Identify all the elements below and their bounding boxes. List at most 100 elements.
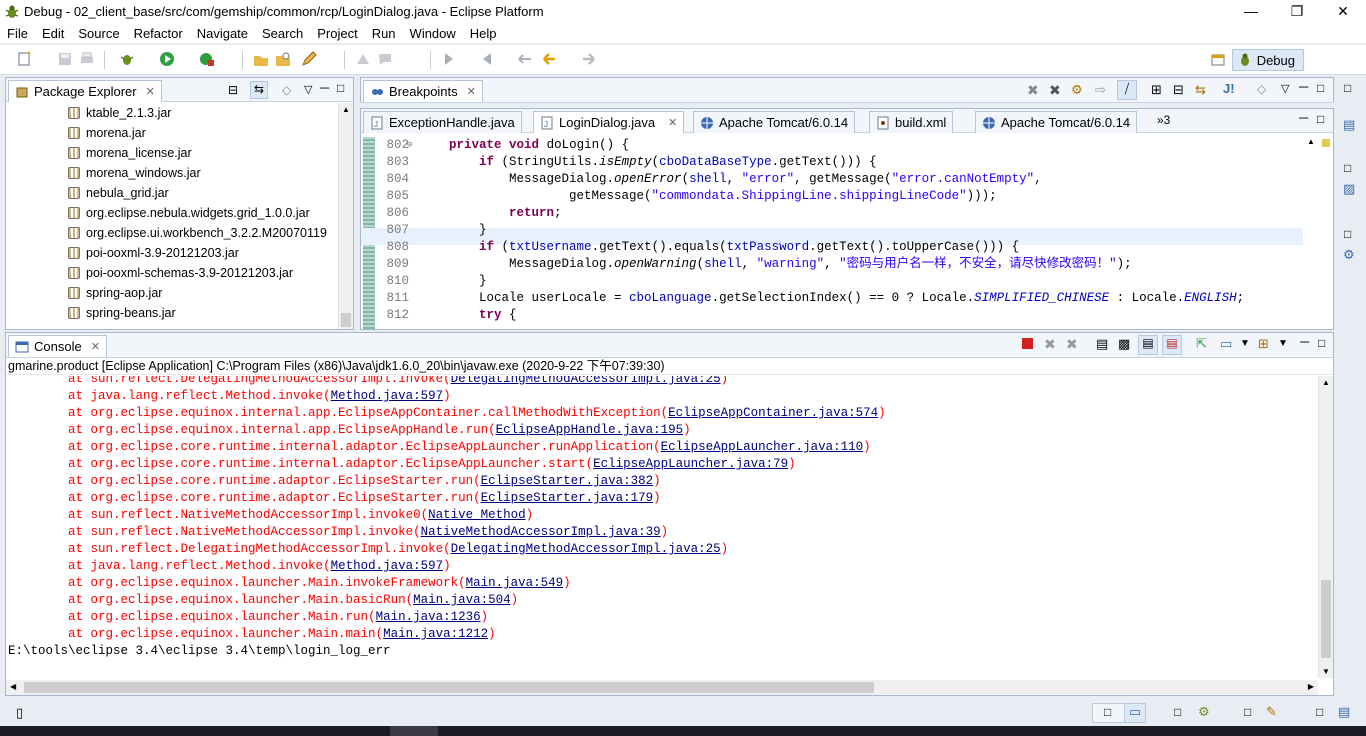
menu-help[interactable]: Help [463, 26, 504, 41]
menu-project[interactable]: Project [310, 26, 364, 41]
source-link[interactable]: EclipseAppLauncher.java:110 [661, 440, 864, 454]
debug-icon[interactable] [118, 50, 136, 68]
source-link[interactable]: EclipseAppContainer.java:574 [668, 406, 878, 420]
minimize-button[interactable]: — [1228, 0, 1274, 23]
debug-view-icon[interactable]: ⚙ [1343, 247, 1355, 263]
source-link[interactable]: Method.java:597 [331, 559, 444, 573]
source-link[interactable]: DelegatingMethodAccessorImpl.java:25 [451, 376, 721, 386]
source-link[interactable]: EclipseStarter.java:382 [481, 474, 654, 488]
scrollbar-thumb[interactable] [24, 682, 874, 693]
remove-all-breakpoints-icon[interactable]: ✖ [1049, 82, 1061, 99]
show-on-stderr-icon[interactable]: ▤ [1162, 335, 1182, 355]
collapse-all-icon[interactable]: ⊟ [1173, 82, 1184, 98]
package-explorer-scrollbar[interactable]: ▲ [338, 103, 353, 329]
tab-tomcat-2[interactable]: Apache Tomcat/6.0.14 [975, 111, 1138, 133]
last-edit-icon[interactable] [516, 50, 534, 68]
remove-launch-icon[interactable]: ✖ [1044, 336, 1056, 353]
debug-trim-icon[interactable]: ⚙ [1198, 704, 1210, 720]
save-icon[interactable] [56, 50, 74, 68]
tab-package-explorer[interactable]: Package Explorer ✕ [8, 80, 162, 102]
menu-window[interactable]: Window [403, 26, 463, 41]
chevron-down-icon[interactable]: ▽ [304, 83, 312, 96]
list-item[interactable]: ktable_2.1.3.jar [68, 103, 171, 123]
restore-view-icon[interactable]: □ [1344, 81, 1351, 95]
link-with-editor-icon[interactable]: ⇆ [250, 81, 268, 99]
java-exception-breakpoint-icon[interactable]: J! [1223, 81, 1235, 96]
fast-view-icon[interactable]: ▯ [16, 705, 23, 721]
open-console-icon[interactable]: ⊞ [1258, 336, 1269, 352]
tab-overflow[interactable]: »3 [1157, 113, 1170, 127]
menu-file[interactable]: File [0, 26, 35, 41]
forward-icon[interactable] [580, 50, 598, 68]
restore-view-icon[interactable]: □ [1104, 705, 1111, 719]
annotation-icon[interactable] [376, 50, 394, 68]
collapse-all-icon[interactable]: ⊟ [228, 83, 238, 97]
external-tools-icon[interactable] [198, 50, 216, 68]
back-icon[interactable] [540, 50, 558, 68]
close-icon[interactable]: ✕ [91, 340, 100, 353]
code-area[interactable]: 802 ⊖ private void doLogin() { 803 if (St… [361, 137, 1303, 329]
maximize-view-icon[interactable]: □ [1317, 112, 1324, 126]
chevron-down-icon[interactable]: ▽ [1281, 82, 1289, 95]
menu-search[interactable]: Search [255, 26, 310, 41]
run-icon[interactable] [158, 50, 176, 68]
view-menu-icon[interactable]: ◇ [282, 83, 291, 97]
skip-breakpoints-icon[interactable]: ⧸ [1117, 80, 1137, 100]
print-icon[interactable] [78, 50, 96, 68]
list-item[interactable]: morena.jar [68, 123, 146, 143]
next-annotation-icon[interactable] [440, 50, 458, 68]
tab-exceptionhandle[interactable]: J ExceptionHandle.java [363, 111, 522, 133]
outline-icon[interactable]: ▨ [1343, 181, 1355, 197]
prev-annotation-icon[interactable] [478, 50, 496, 68]
menu-run[interactable]: Run [365, 26, 403, 41]
tab-breakpoints[interactable]: Breakpoints ✕ [363, 80, 483, 102]
restore-view-icon[interactable]: □ [1344, 161, 1351, 175]
restore-view-icon[interactable]: □ [1244, 705, 1251, 719]
menu-navigate[interactable]: Navigate [190, 26, 255, 41]
debug-perspective-button[interactable]: Debug [1231, 49, 1304, 71]
list-item[interactable]: morena_license.jar [68, 143, 192, 163]
fold-icon[interactable]: ⊖ [407, 137, 412, 154]
source-link[interactable]: Main.java:504 [413, 593, 511, 607]
display-console-icon[interactable]: ▭ [1220, 336, 1232, 352]
open-perspective-icon[interactable] [1210, 52, 1226, 68]
menu-source[interactable]: Source [71, 26, 126, 41]
view-menu-icon[interactable]: ◇ [1257, 82, 1266, 96]
minimize-view-icon[interactable]: ─ [1299, 110, 1308, 125]
close-icon[interactable]: ✕ [146, 85, 155, 98]
source-link[interactable]: Main.java:549 [466, 576, 564, 590]
editor-scrollbar[interactable]: ▲ [1304, 137, 1319, 327]
tab-logindialog[interactable]: J LoginDialog.java ✕ [533, 111, 685, 133]
variables-icon[interactable]: ▤ [1343, 117, 1355, 133]
taskbar-item[interactable] [390, 726, 438, 736]
source-link[interactable]: EclipseStarter.java:179 [481, 491, 654, 505]
pin-console-icon[interactable]: ⇱ [1196, 336, 1207, 352]
open-type-icon[interactable] [252, 50, 270, 68]
tasks-trim-icon[interactable]: ✎ [1266, 704, 1277, 720]
show-on-stdout-icon[interactable]: ▤ [1138, 335, 1158, 355]
expand-all-icon[interactable]: ⊞ [1151, 82, 1162, 98]
tab-console[interactable]: Console ✕ [8, 335, 107, 357]
scrollbar-thumb[interactable] [1321, 580, 1331, 658]
link-with-debug-icon[interactable]: ⇆ [1195, 82, 1206, 98]
list-item[interactable]: poi-ooxml-schemas-3.9-20121203.jar [68, 263, 293, 283]
minimize-view-icon[interactable]: ─ [1299, 79, 1308, 94]
source-link[interactable]: NativeMethodAccessorImpl.java:39 [421, 525, 661, 539]
restore-view-icon[interactable]: □ [1174, 705, 1181, 719]
list-item[interactable]: poi-ooxml-3.9-20121203.jar [68, 243, 239, 263]
scroll-lock-icon[interactable]: ▩ [1118, 336, 1130, 352]
menu-edit[interactable]: Edit [35, 26, 71, 41]
list-item[interactable]: org.eclipse.nebula.widgets.grid_1.0.0.ja… [68, 203, 310, 223]
console-output[interactable]: at sun.reflect.DelegatingMethodAccessorI… [8, 376, 1315, 679]
tab-tomcat-1[interactable]: Apache Tomcat/6.0.14 [693, 111, 856, 133]
open-task-icon[interactable] [274, 50, 292, 68]
source-link[interactable]: EclipseAppHandle.java:195 [496, 423, 684, 437]
list-item[interactable]: spring-beans.jar [68, 303, 176, 323]
list-item[interactable]: org.eclipse.ui.workbench_3.2.2.M20070119 [68, 223, 327, 243]
terminate-icon[interactable] [1022, 338, 1033, 349]
maximize-view-icon[interactable]: □ [1317, 81, 1324, 95]
remove-breakpoint-icon[interactable]: ✖ [1027, 82, 1039, 99]
list-item[interactable]: nebula_grid.jar [68, 183, 169, 203]
menu-refactor[interactable]: Refactor [127, 26, 190, 41]
list-item[interactable]: morena_windows.jar [68, 163, 201, 183]
